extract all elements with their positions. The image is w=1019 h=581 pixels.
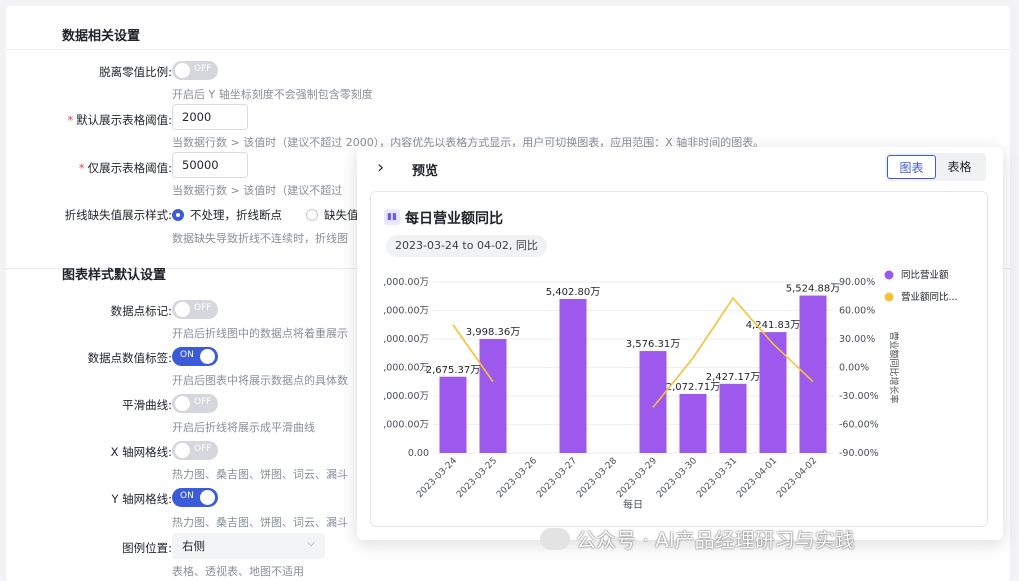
y2-tick-label: 60.00%	[839, 306, 875, 317]
legend-swatch	[884, 292, 894, 302]
y-tick-label: ,000.00万	[383, 363, 429, 374]
x-tick-label: 2023-03-28	[575, 456, 619, 500]
x-tick-label: 2023-03-29	[615, 456, 659, 500]
x-tick-label: 2023-03-25	[455, 456, 499, 500]
radio-unselected-icon	[306, 209, 318, 221]
bar-value-label: 5,524.88万	[786, 284, 841, 295]
y2-tick-label: 30.00%	[839, 334, 875, 345]
bar	[719, 383, 747, 453]
preview-panel: › 预览 图表 表格 ▮▮ 每日营业额同比 2023-03-24 to 04-0…	[357, 147, 1003, 540]
only-table-threshold-label: * 仅展示表格阈值:	[78, 161, 172, 175]
legend-pos-select[interactable]: 右侧 ⌵	[172, 533, 325, 559]
y2-tick-label: -90.00%	[839, 448, 879, 459]
bar-value-label: 2,427.17万	[706, 372, 761, 383]
x-tick-label: 2023-03-30	[655, 456, 699, 500]
point-marker-label: 数据点标记:	[110, 304, 172, 318]
y-tick-label: 0.00	[408, 448, 429, 459]
missing-style-label: 折线缺失值展示样式:	[64, 208, 172, 222]
y2-axis-title: 营业额同比增长率	[888, 331, 900, 403]
y-tick-label: ,000.00万	[383, 277, 429, 288]
tab-table[interactable]: 表格	[935, 155, 984, 179]
y-tick-label: ,000.00万	[383, 420, 429, 431]
smooth-hint: 开启后折线将展示成平滑曲线	[172, 421, 315, 434]
y2-tick-label: -60.00%	[839, 420, 879, 431]
y2-tick-label: -30.00%	[839, 391, 879, 402]
chart-card: ▮▮ 每日营业额同比 2023-03-24 to 04-02, 同比 ,000.…	[370, 191, 988, 527]
y-grid-label: Y 轴网格线:	[111, 492, 172, 506]
missing-style-option-break[interactable]: 不处理，折线断点	[172, 207, 282, 223]
x-tick-label: 2023-04-01	[735, 456, 779, 500]
chart: ,000.00万 ,000.00万 ,000.00万 ,000.00万 ,000.00万…	[383, 269, 958, 511]
point-marker-switch[interactable]: OFF	[172, 300, 218, 319]
y-tick-label: ,000.00万	[383, 306, 429, 317]
legend-pos-label: 图例位置:	[122, 541, 172, 555]
bar-value-label: 3,998.36万	[466, 327, 521, 338]
watermark: 公众号 · AI产品经理研习与实践	[540, 524, 855, 553]
bar-value-label: 5,402.80万	[546, 287, 601, 298]
y2-tick-label: 0.00%	[839, 363, 869, 374]
legend-pos-hint: 表格、透视表、地图不适用	[172, 565, 304, 578]
table-threshold-input[interactable]: 2000	[172, 104, 248, 130]
x-tick-label: 2023-03-27	[535, 456, 579, 500]
missing-style-option-missing[interactable]: 缺失值	[306, 207, 359, 223]
x-tick-label: 2023-03-26	[495, 456, 539, 500]
x-tick-label: 2023-03-31	[695, 456, 739, 500]
x-tick-label: 2023-04-02	[775, 456, 819, 500]
bar-value-label: 3,576.31万	[626, 339, 681, 350]
legend-swatch	[884, 270, 894, 280]
x-grid-hint: 热力图、桑吉图、饼图、词云、漏斗	[172, 468, 348, 481]
x-grid-label: X 轴网格线:	[110, 445, 172, 459]
zero-ratio-hint: 开启后 Y 轴坐标刻度不会强制包含零刻度	[172, 88, 373, 101]
section-divider	[6, 49, 1010, 50]
bar	[439, 376, 467, 453]
smooth-label: 平滑曲线:	[122, 398, 172, 412]
point-label-switch[interactable]: ON	[172, 347, 218, 366]
y-grid-switch[interactable]: ON	[172, 488, 218, 507]
view-toggle: 图表 表格	[885, 153, 986, 181]
chevron-right-icon[interactable]: ›	[377, 157, 384, 178]
smooth-switch[interactable]: OFF	[172, 394, 218, 413]
bar-value-label: 2,675.37万	[426, 365, 481, 376]
y-tick-label: ,000.00万	[383, 391, 429, 402]
wechat-icon	[540, 528, 570, 550]
x-grid-switch[interactable]: OFF	[172, 441, 218, 460]
bar	[799, 295, 827, 453]
bar	[559, 299, 587, 453]
zero-ratio-switch[interactable]: OFF	[172, 61, 218, 80]
y-grid-hint: 热力图、桑吉图、饼图、词云、漏斗	[172, 516, 348, 529]
only-table-threshold-input[interactable]: 50000	[172, 152, 248, 178]
table-threshold-label: * 默认展示表格阈值:	[67, 113, 172, 127]
legend-label: 同比营业额	[901, 269, 949, 281]
bar	[759, 332, 787, 453]
preview-title: 预览	[412, 164, 439, 179]
missing-style-hint: 数据缺失导致折线不连续时，折线图	[172, 232, 348, 245]
x-tick-label: 2023-03-24	[415, 456, 459, 500]
point-label-hint: 开启后图表中将展示数据点的具体数	[172, 374, 348, 387]
bar-value-label: 2,072.71万	[666, 382, 721, 393]
bar	[639, 351, 667, 453]
tab-chart[interactable]: 图表	[887, 155, 936, 179]
x-axis-title: 每日	[623, 498, 643, 511]
only-table-threshold-hint: 当数据行数 > 该值时（建议不超过	[172, 184, 343, 197]
legend-label: 营业额同比...	[901, 291, 958, 303]
y2-tick-label: 90.00%	[839, 277, 875, 288]
radio-selected-icon	[172, 209, 184, 221]
bar	[679, 393, 707, 453]
point-label-label: 数据点数值标签:	[87, 351, 172, 365]
bar	[479, 339, 507, 453]
y-tick-label: ,000.00万	[383, 334, 429, 345]
style-section-title: 图表样式默认设置	[62, 268, 167, 283]
point-marker-hint: 开启后折线图中的数据点将着重展示	[172, 327, 348, 340]
chevron-down-icon: ⌵	[307, 538, 315, 549]
data-section-title: 数据相关设置	[62, 29, 141, 44]
zero-ratio-label: 脱离零值比例:	[99, 65, 172, 79]
